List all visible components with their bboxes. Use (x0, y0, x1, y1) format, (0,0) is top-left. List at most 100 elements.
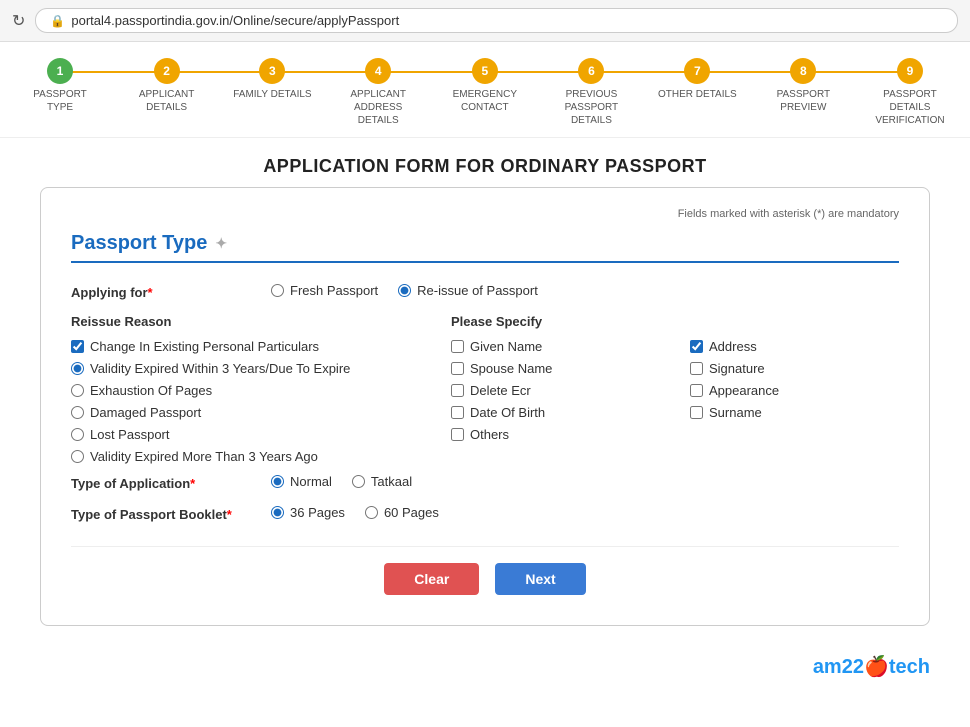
change-particulars-checkbox[interactable] (71, 340, 84, 353)
validity-expired-label: Validity Expired Within 3 Years/Due To E… (90, 361, 350, 376)
60-pages-label: 60 Pages (384, 505, 439, 520)
clear-button[interactable]: Clear (384, 563, 479, 595)
type-of-application-controls: Normal Tatkaal (271, 474, 412, 489)
branding-apple-icon: 🍎 (864, 656, 889, 678)
step-7[interactable]: 7 OTHER DETAILS (658, 58, 737, 101)
step-circle-8: 8 (790, 58, 816, 84)
reissue-section: Reissue Reason Change In Existing Person… (71, 314, 899, 464)
exhaustion-pages-radio[interactable] (71, 384, 84, 397)
60-pages-option[interactable]: 60 Pages (365, 505, 439, 520)
branding-22: 22 (842, 656, 864, 678)
address-label: Address (709, 339, 757, 354)
given-name-checkbox[interactable] (451, 340, 464, 353)
branding: am22🍎tech (0, 646, 970, 683)
validity-expired-radio[interactable] (71, 362, 84, 375)
step-label-5: EMERGENCY CONTACT (445, 88, 525, 114)
normal-option[interactable]: Normal (271, 474, 332, 489)
reissue-passport-option[interactable]: Re-issue of Passport (398, 283, 538, 298)
next-button[interactable]: Next (495, 563, 585, 595)
spouse-name-checkbox[interactable] (451, 362, 464, 375)
step-6[interactable]: 6 PREVIOUS PASSPORT DETAILS (551, 58, 631, 127)
section-divider (71, 261, 899, 263)
damaged-passport-radio[interactable] (71, 406, 84, 419)
validity-3years-label: Validity Expired More Than 3 Years Ago (90, 449, 318, 464)
date-of-birth-label: Date Of Birth (470, 405, 545, 420)
step-1[interactable]: 1 PASSPORT TYPE (20, 58, 100, 114)
lock-icon: 🔒 (50, 14, 65, 28)
signature-checkbox[interactable] (690, 362, 703, 375)
step-label-2: APPLICANT DETAILS (127, 88, 207, 114)
36-pages-radio[interactable] (271, 506, 284, 519)
reissue-reason-6[interactable]: Validity Expired More Than 3 Years Ago (71, 449, 451, 464)
36-pages-option[interactable]: 36 Pages (271, 505, 345, 520)
specify-given-name[interactable]: Given Name (451, 339, 660, 354)
form-footer: Clear Next (71, 546, 899, 595)
step-circle-6: 6 (578, 58, 604, 84)
specify-date-of-birth[interactable]: Date Of Birth (451, 405, 660, 420)
step-4[interactable]: 4 APPLICANT ADDRESS DETAILS (338, 58, 418, 127)
type-of-booklet-controls: 36 Pages 60 Pages (271, 505, 439, 520)
delete-ecr-label: Delete Ecr (470, 383, 531, 398)
others-checkbox[interactable] (451, 428, 464, 441)
section-title: Passport Type ✦ (71, 232, 899, 255)
step-circle-9: 9 (897, 58, 923, 84)
appearance-label: Appearance (709, 383, 779, 398)
fresh-passport-option[interactable]: Fresh Passport (271, 283, 378, 298)
reissue-reason-3[interactable]: Exhaustion Of Pages (71, 383, 451, 398)
page-title: APPLICATION FORM FOR ORDINARY PASSPORT (0, 138, 970, 187)
step-circle-4: 4 (365, 58, 391, 84)
given-name-label: Given Name (470, 339, 542, 354)
specify-surname[interactable]: Surname (690, 405, 899, 420)
specify-delete-ecr[interactable]: Delete Ecr (451, 383, 660, 398)
type-of-application-label: Type of Application* (71, 474, 271, 491)
specify-signature[interactable]: Signature (690, 361, 899, 376)
applying-for-controls: Fresh Passport Re-issue of Passport (271, 283, 538, 298)
fresh-passport-radio[interactable] (271, 284, 284, 297)
reissue-reason-title: Reissue Reason (71, 314, 451, 329)
form-card: Fields marked with asterisk (*) are mand… (40, 187, 930, 626)
step-circle-2: 2 (154, 58, 180, 84)
specify-others[interactable]: Others (451, 427, 660, 442)
url-text: portal4.passportindia.gov.in/Online/secu… (71, 13, 399, 28)
address-checkbox[interactable] (690, 340, 703, 353)
step-5[interactable]: 5 EMERGENCY CONTACT (445, 58, 525, 114)
browser-chrome: ↻ 🔒 portal4.passportindia.gov.in/Online/… (0, 0, 970, 42)
specify-spouse-name[interactable]: Spouse Name (451, 361, 660, 376)
refresh-icon[interactable]: ↻ (12, 11, 25, 31)
step-8[interactable]: 8 PASSPORT PREVIEW (763, 58, 843, 114)
tatkaal-radio[interactable] (352, 475, 365, 488)
step-2[interactable]: 2 APPLICANT DETAILS (127, 58, 207, 114)
signature-label: Signature (709, 361, 765, 376)
url-bar[interactable]: 🔒 portal4.passportindia.gov.in/Online/se… (35, 8, 958, 33)
please-specify-title: Please Specify (451, 314, 899, 329)
step-3[interactable]: 3 FAMILY DETAILS (233, 58, 311, 101)
tatkaal-option[interactable]: Tatkaal (352, 474, 412, 489)
form-card-wrapper: Fields marked with asterisk (*) are mand… (0, 187, 970, 683)
lost-passport-label: Lost Passport (90, 427, 170, 442)
reissue-reason-4[interactable]: Damaged Passport (71, 405, 451, 420)
specify-address[interactable]: Address (690, 339, 899, 354)
step-label-7: OTHER DETAILS (658, 88, 737, 101)
reissue-passport-radio[interactable] (398, 284, 411, 297)
36-pages-label: 36 Pages (290, 505, 345, 520)
steps-container: 1 PASSPORT TYPE 2 APPLICANT DETAILS 3 FA… (0, 42, 970, 138)
normal-radio[interactable] (271, 475, 284, 488)
reissue-reason-1[interactable]: Change In Existing Personal Particulars (71, 339, 451, 354)
step-9[interactable]: 9 PASSPORT DETAILS VERIFICATION (870, 58, 950, 127)
exhaustion-pages-label: Exhaustion Of Pages (90, 383, 212, 398)
reissue-reason-5[interactable]: Lost Passport (71, 427, 451, 442)
60-pages-radio[interactable] (365, 506, 378, 519)
validity-3years-radio[interactable] (71, 450, 84, 463)
lost-passport-radio[interactable] (71, 428, 84, 441)
step-circle-3: 3 (259, 58, 285, 84)
reissue-reason-2[interactable]: Validity Expired Within 3 Years/Due To E… (71, 361, 451, 376)
applying-for-row: Applying for* Fresh Passport Re-issue of… (71, 283, 899, 300)
date-of-birth-checkbox[interactable] (451, 406, 464, 419)
surname-checkbox[interactable] (690, 406, 703, 419)
delete-ecr-checkbox[interactable] (451, 384, 464, 397)
specify-appearance[interactable]: Appearance (690, 383, 899, 398)
please-specify-column: Please Specify Given Name Address Spo (451, 314, 899, 464)
change-particulars-label: Change In Existing Personal Particulars (90, 339, 319, 354)
section-title-text: Passport Type (71, 232, 207, 255)
appearance-checkbox[interactable] (690, 384, 703, 397)
